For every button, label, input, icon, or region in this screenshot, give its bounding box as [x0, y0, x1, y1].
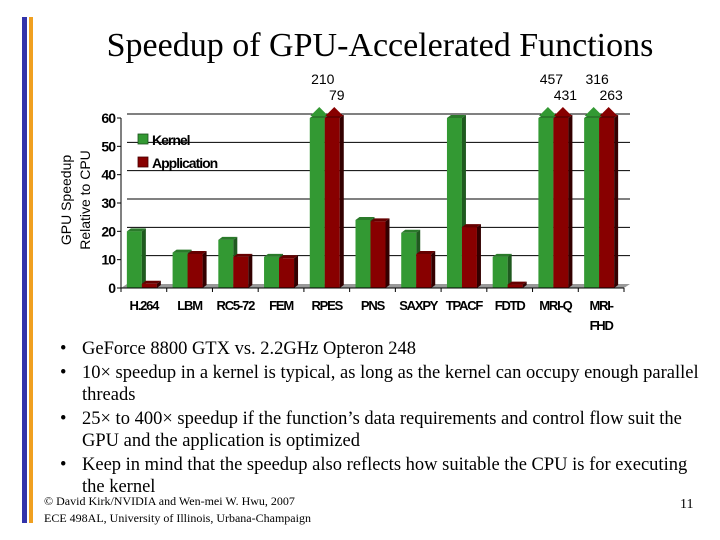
- y-tick-label: 50: [101, 138, 116, 154]
- bar-kernel: [264, 256, 280, 288]
- overflow-arrow-application: [325, 107, 344, 116]
- bar-side-application: [339, 115, 344, 288]
- bar-kernel: [446, 118, 462, 288]
- bullet-item: • 10× speedup in a kernel is typical, as …: [60, 362, 710, 406]
- footer-copyright: © David Kirk/NVIDIA and Wen-mei W. Hwu, …: [44, 494, 295, 508]
- y-tick-label: 60: [101, 110, 116, 126]
- bullet-item: • GeForce 8800 GTX vs. 2.2GHz Opteron 248: [60, 338, 710, 360]
- bar-application: [141, 283, 157, 288]
- bullet-text: GeForce 8800 GTX vs. 2.2GHz Opteron 248: [82, 339, 416, 359]
- bar-application: [279, 258, 295, 288]
- overflow-annotations: 21079 457431 316263: [311, 71, 623, 103]
- y-tick-label: 40: [101, 167, 116, 183]
- x-tick-label: FDTD: [495, 298, 526, 313]
- x-tick-label: H.264: [130, 298, 161, 313]
- annotation-kernel-value: 316: [585, 71, 609, 87]
- y-axis-label-line1: GPU Speedup: [58, 155, 74, 245]
- x-tick-label: RC5-72: [217, 298, 256, 313]
- bar-kernel: [492, 256, 508, 288]
- annotation-application-value: 79: [329, 87, 345, 103]
- bar-application: [187, 254, 203, 288]
- footer-course: ECE 498AL, University of Illinois, Urban…: [44, 511, 311, 525]
- x-tick-label: SAXPY: [399, 298, 439, 313]
- bar-side-application: [385, 218, 390, 288]
- annotation-kernel-value: 457: [540, 71, 564, 87]
- overflow-arrow-application: [599, 107, 618, 116]
- legend-label-kernel: Kernel: [152, 132, 190, 148]
- annotation-kernel-value: 210: [311, 71, 335, 87]
- bullet-text: Keep in mind that the speedup also refle…: [82, 455, 688, 497]
- bullet-glyph: •: [60, 455, 67, 475]
- y-tick-label: 30: [101, 195, 116, 211]
- bar-application: [370, 221, 386, 288]
- page-number: 11: [680, 497, 694, 512]
- y-axis-label: GPU Speedup Relative to CPU: [58, 150, 93, 250]
- annotation-application-value: 263: [599, 87, 623, 103]
- bar-side-application: [202, 251, 207, 288]
- overflow-arrow-kernel: [310, 107, 329, 116]
- x-tick-label: PNS: [361, 298, 386, 313]
- bar-side-application: [294, 255, 299, 288]
- annotation-application-value: 431: [554, 87, 578, 103]
- y-axis-label-line2: Relative to CPU: [77, 150, 93, 250]
- bullet-glyph: •: [60, 339, 67, 359]
- y-tick-label: 10: [101, 252, 116, 268]
- bullet-item: • 25× to 400× speedup if the function’s d…: [60, 408, 710, 452]
- bullet-text: 25× to 400× speedup if the function’s da…: [82, 409, 682, 451]
- bar-side-application: [476, 224, 481, 288]
- bar-application: [553, 118, 569, 288]
- x-tick-label: FEM: [269, 298, 293, 313]
- x-tick-label: TPACF: [446, 298, 484, 313]
- legend: Kernel Application: [137, 132, 219, 171]
- bar-application: [416, 254, 432, 288]
- bar-kernel: [355, 220, 371, 288]
- bar-application: [461, 227, 477, 288]
- bar-kernel: [401, 232, 417, 288]
- x-tick-label: RPES: [311, 298, 343, 313]
- bar-kernel: [538, 118, 554, 288]
- bullet-list: • GeForce 8800 GTX vs. 2.2GHz Opteron 248…: [60, 338, 710, 500]
- bullet-glyph: •: [60, 409, 67, 429]
- overflow-arrow-kernel: [538, 107, 557, 116]
- bullet-item: • Keep in mind that the speedup also refl…: [60, 454, 710, 498]
- y-tick-label: 20: [101, 223, 116, 239]
- bar-side-application: [568, 115, 573, 288]
- bar-kernel: [584, 118, 600, 288]
- bar-application: [599, 118, 615, 288]
- x-tick-label: LBM: [177, 298, 202, 313]
- bar-application: [324, 118, 340, 288]
- bar-side-kernel: [141, 228, 146, 288]
- bar-kernel: [218, 239, 234, 288]
- bar-kernel: [172, 252, 188, 288]
- bullet-glyph: •: [60, 363, 67, 383]
- overflow-arrow-application: [553, 107, 572, 116]
- x-tick-label: FHD: [590, 318, 614, 333]
- x-tick-label: MRI-: [589, 298, 613, 313]
- bullet-text: 10× speedup in a kernel is typical, as l…: [82, 363, 699, 405]
- y-tick-label: 0: [108, 280, 116, 296]
- bar-side-application: [431, 251, 436, 288]
- x-tick-label: MRI-Q: [539, 298, 572, 313]
- legend-swatch-kernel: [137, 133, 149, 145]
- legend-label-application: Application: [152, 155, 218, 171]
- bar-side-application: [614, 115, 619, 288]
- legend-swatch-application: [137, 156, 149, 168]
- bar-side-application: [248, 253, 253, 288]
- bar-kernel: [126, 231, 142, 288]
- bar-application: [233, 256, 249, 288]
- overflow-arrow-kernel: [584, 107, 603, 116]
- bars: [126, 107, 619, 288]
- bar-kernel: [309, 118, 325, 288]
- bar-application: [507, 284, 523, 288]
